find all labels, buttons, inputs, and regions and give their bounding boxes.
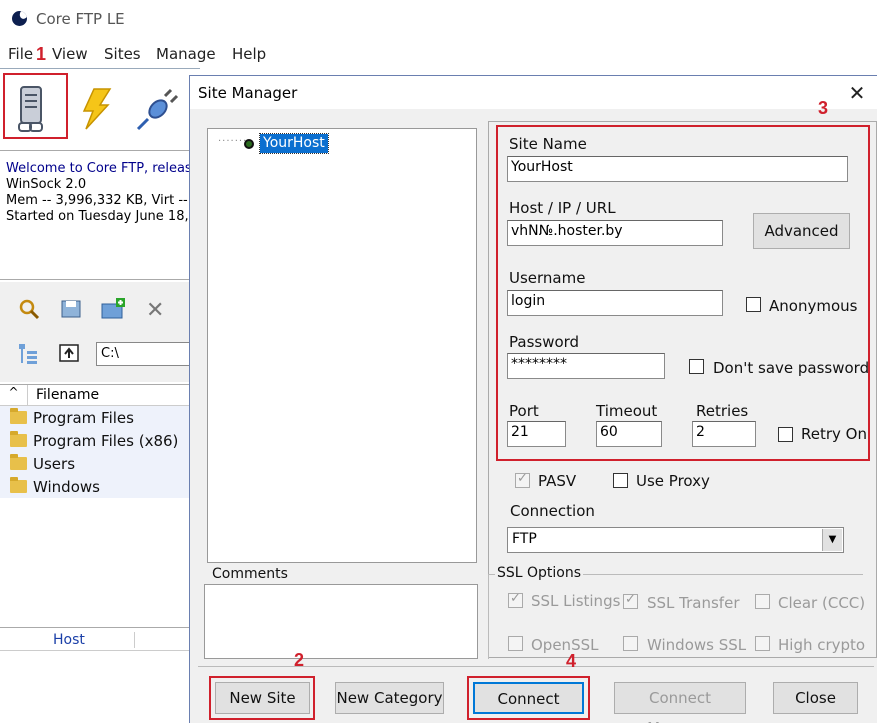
step-number-2: 2 [294, 650, 305, 670]
dialog-title: Site Manager [198, 84, 298, 102]
list-item[interactable]: Program Files [0, 407, 200, 430]
highlight-new-site-button [209, 676, 315, 720]
new-folder-icon[interactable] [100, 298, 126, 324]
menu-view[interactable]: View [52, 45, 88, 63]
search-icon[interactable] [18, 298, 40, 324]
connection-select[interactable]: FTP ▼ [507, 527, 844, 553]
local-file-list-empty-area [0, 498, 200, 626]
high-crypto-checkbox[interactable] [755, 636, 770, 651]
save-disk-icon[interactable] [60, 298, 82, 324]
ssl-options-label: SSL Options [495, 565, 584, 581]
use-proxy-label[interactable]: Use Proxy [636, 472, 710, 490]
ssl-transfer-label[interactable]: SSL Transfer [647, 594, 739, 612]
pasv-checkbox[interactable] [515, 471, 530, 488]
comments-label: Comments [210, 566, 290, 582]
list-item[interactable]: Users [0, 453, 200, 476]
close-button[interactable]: Close [773, 682, 858, 714]
high-crypto-label[interactable]: High crypto [778, 636, 865, 654]
connect-plug-icon[interactable] [136, 87, 180, 135]
openssl-label[interactable]: OpenSSL [531, 636, 598, 654]
tree-connector: ······· [218, 136, 248, 147]
file-list-header: ^ Filename [0, 384, 200, 406]
step-number-3: 3 [818, 98, 829, 118]
file-name: Windows [33, 478, 100, 496]
app-title: Core FTP LE [36, 10, 125, 28]
pasv-label[interactable]: PASV [538, 472, 576, 490]
list-item[interactable]: Program Files (x86) [0, 430, 200, 453]
highlight-site-manager-icon [3, 73, 68, 139]
column-divider [134, 632, 135, 648]
log-line: WinSock 2.0 [6, 177, 87, 192]
ssl-listings-checkbox[interactable] [508, 591, 523, 608]
folder-icon [10, 454, 27, 470]
menu-manage[interactable]: Manage [156, 45, 216, 63]
tree-item-label: YourHost [259, 133, 329, 154]
menu-bar: File View Sites Manage Help [0, 40, 877, 68]
menu-help[interactable]: Help [232, 45, 266, 63]
clear-ccc-label[interactable]: Clear (CCC) [778, 594, 865, 612]
dialog-titlebar: Site Manager ✕ [190, 76, 877, 109]
list-item[interactable]: Windows [0, 476, 200, 499]
log-line: Welcome to Core FTP, release [6, 161, 200, 176]
windows-ssl-label[interactable]: Windows SSL [647, 636, 746, 654]
menu-sites[interactable]: Sites [104, 45, 141, 63]
host-column-header[interactable]: Host [53, 632, 85, 648]
folder-icon [10, 408, 27, 424]
file-name: Users [33, 455, 76, 473]
filename-column-header[interactable]: Filename [36, 387, 99, 403]
log-panel: Welcome to Core FTP, release WinSock 2.0… [0, 150, 200, 280]
file-name: Program Files [33, 409, 134, 427]
step-number-1: 1 [36, 44, 47, 64]
connection-selected-value: FTP [512, 531, 537, 547]
chevron-down-icon[interactable]: ▼ [822, 529, 842, 551]
folder-icon [10, 431, 27, 447]
close-icon[interactable]: ✕ [842, 80, 872, 106]
step-number-4: 4 [566, 651, 577, 671]
log-line: Mem -- 3,996,332 KB, Virt -- 1 [6, 193, 200, 208]
tree-view-icon[interactable] [16, 342, 40, 370]
parent-folder-icon[interactable] [58, 342, 80, 368]
log-line: Started on Tuesday June 18, 2 [6, 209, 200, 224]
core-ftp-logo-icon [12, 11, 27, 26]
menu-file[interactable]: File [8, 45, 33, 63]
local-toolbar: ✕ C:\ [0, 282, 200, 382]
windows-ssl-checkbox[interactable] [623, 636, 638, 651]
connection-label: Connection [510, 502, 595, 520]
site-tree[interactable]: ······· YourHost [207, 128, 477, 563]
local-path-input[interactable]: C:\ [96, 342, 196, 366]
openssl-checkbox[interactable] [508, 636, 523, 651]
app-titlebar: Core FTP LE [0, 0, 877, 40]
ssl-transfer-checkbox[interactable] [623, 592, 638, 609]
connect-manager-button[interactable]: Connect Manager [614, 682, 746, 723]
quick-connect-icon[interactable] [80, 87, 114, 135]
file-name: Program Files (x86) [33, 432, 179, 450]
highlight-site-details [496, 125, 870, 461]
clear-ccc-checkbox[interactable] [755, 594, 770, 609]
transfer-queue-header: Host [0, 627, 200, 651]
site-node-icon [244, 139, 254, 149]
highlight-connect-button [467, 676, 590, 720]
sort-column-button[interactable]: ^ [0, 385, 28, 406]
delete-icon[interactable]: ✕ [146, 298, 164, 323]
folder-icon [10, 477, 27, 493]
comments-textarea[interactable] [204, 584, 478, 659]
ssl-listings-label[interactable]: SSL Listings [531, 592, 620, 610]
use-proxy-checkbox[interactable] [613, 473, 628, 488]
new-category-button[interactable]: New Category [335, 682, 444, 714]
local-file-list: Program Files Program Files (x86) Users … [0, 406, 200, 498]
